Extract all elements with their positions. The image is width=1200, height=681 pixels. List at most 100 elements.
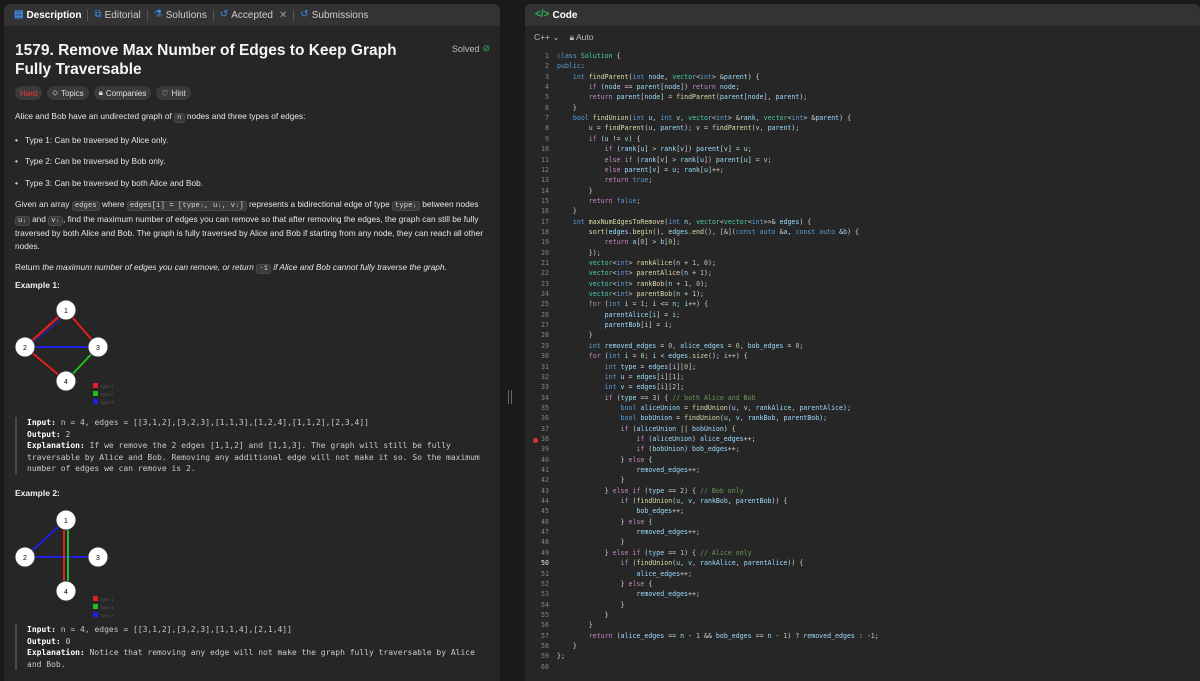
line-number: 31: [541, 362, 549, 371]
line-number: 15: [541, 196, 549, 205]
text: represents a bidirectional edge of type: [246, 199, 393, 209]
code-line: removed_edges++;: [636, 590, 700, 599]
panel-resize-handle[interactable]: [507, 390, 513, 404]
companies-button[interactable]: 🔒︎ Companies: [93, 86, 152, 100]
line-number: 30: [541, 352, 549, 361]
language-select[interactable]: C++ ⌄: [534, 32, 560, 43]
example-explanation: Explanation: Notice that removing any ed…: [27, 647, 493, 670]
line-number: 57: [541, 631, 549, 640]
label: Explanation:: [27, 648, 85, 657]
line-number: 20: [541, 248, 549, 257]
problem-title: 1579. Remove Max Number of Edges to Keep…: [15, 42, 397, 78]
topics-button[interactable]: ⬦ Topics: [47, 86, 89, 100]
example-input: Input: n = 4, edges = [[3,1,2],[3,2,3],[…: [27, 624, 493, 636]
code-line: if (node == parent[node]) return node;: [588, 83, 740, 92]
line-number: 13: [541, 176, 549, 185]
tab-editorial[interactable]: ⧉ Editorial: [90, 10, 144, 21]
code-line: }: [557, 331, 593, 340]
language-label: C++: [534, 31, 551, 42]
line-number: 10: [541, 145, 549, 154]
line-number: 32: [541, 372, 549, 381]
line-number: 14: [541, 186, 549, 195]
node-label: 3: [96, 555, 100, 562]
tab-description[interactable]: ▤ Description: [10, 10, 85, 21]
code-line: }: [557, 600, 625, 609]
line-number: 55: [541, 610, 549, 619]
inline-code: -1: [256, 264, 271, 274]
code-line: } else {: [557, 517, 653, 526]
example-output: Output: 0: [27, 636, 493, 648]
line-number: 56: [541, 621, 549, 630]
line-number: 3: [545, 72, 549, 81]
example-explanation: Explanation: If we remove the 2 edges [1…: [27, 440, 493, 475]
code-line: for (int i = 0; i < edges.size(); i++) {: [588, 352, 748, 361]
label: Explanation:: [27, 441, 85, 450]
line-number: 53: [541, 590, 549, 599]
value: 0: [60, 636, 71, 646]
inline-code: edges[i] = [typeᵢ, uᵢ, vᵢ]: [126, 201, 247, 211]
tab-solutions[interactable]: ⚗ Solutions: [150, 10, 211, 21]
description-paragraph: Alice and Bob have an undirected graph o…: [15, 110, 485, 125]
line-number: 7: [545, 114, 549, 123]
problem-tags: Hard ⬦ Topics 🔒︎ Companies ♡ Hint: [15, 86, 191, 100]
tag-icon: ⬦: [52, 88, 58, 97]
legend-swatch: [93, 604, 98, 609]
code-tabbar: </> Code: [525, 4, 1200, 26]
tab-accepted-label: Accepted: [231, 9, 273, 21]
legend-label: Type 3: [100, 613, 114, 618]
lightbulb-icon: ♡: [161, 88, 169, 98]
line-number: 35: [541, 403, 549, 412]
code-line: }: [557, 610, 609, 619]
close-icon[interactable]: ✕: [279, 10, 287, 21]
problem-description: Alice and Bob have an undirected graph o…: [15, 110, 485, 285]
code-editor[interactable]: 1 class Solution {2 public: 3 int findParen…: [525, 48, 1200, 681]
tab-code[interactable]: </> Code: [531, 10, 581, 21]
line-number: 44: [541, 497, 549, 506]
inline-code: edges: [71, 201, 100, 211]
hint-button[interactable]: ♡ Hint: [156, 86, 191, 100]
text: if Alice and Bob cannot fully traverse t…: [270, 262, 447, 272]
example-1-box: Input: n = 4, edges = [[3,1,2],[3,2,3],[…: [15, 417, 493, 475]
inline-code: n: [174, 113, 185, 123]
topics-label: Topics: [60, 88, 84, 98]
code-line: return false;: [588, 196, 641, 205]
inline-code: typeᵢ: [392, 201, 420, 211]
code-line: vector<int> rankAlice(n + 1, 0);: [588, 259, 716, 267]
code-line: int u = edges[i][1];: [604, 372, 685, 381]
tab-separator: [87, 9, 89, 21]
flask-icon: ⚗: [153, 9, 163, 20]
code-line: removed_edges++;: [636, 528, 700, 537]
code-line: sort(edges.begin(), edges.end(), [&](con…: [588, 227, 859, 236]
tab-separator: [146, 9, 148, 21]
tab-solutions-label: Solutions: [165, 9, 207, 21]
code-line: int findParent(int node, vector<int> &pa…: [572, 72, 760, 81]
line-number: 58: [541, 641, 549, 650]
lock-icon: 🔒︎: [569, 31, 575, 42]
text: between nodes: [419, 199, 479, 209]
code-line: bool bobUnion = findUnion(u, v, rankBob,…: [620, 414, 828, 423]
tab-description-label: Description: [26, 9, 82, 21]
line-number: 52: [541, 579, 549, 588]
legend-swatch: [93, 383, 98, 388]
line-number: 27: [541, 321, 549, 330]
legend-label: Type 3: [100, 400, 114, 405]
code-line: }: [557, 621, 593, 630]
line-number: 47: [541, 528, 549, 537]
handle-line: [511, 390, 512, 404]
left-tabbar: ▤ Description ⧉ Editorial ⚗ Solutions ↺ …: [4, 4, 500, 26]
code-line: u = findParent(u, parent); v = findParen…: [588, 124, 800, 133]
code-line: if (aliceUnion || bobUnion) {: [620, 424, 736, 433]
list-item: Type 2: Can be traversed by Bob only.: [15, 155, 485, 168]
legend-label: Type 2: [100, 605, 114, 610]
code-line: if (rank[u] > rank[v]) parent[v] = u;: [604, 145, 752, 154]
auto-mode[interactable]: 🔒︎ Auto: [570, 32, 594, 43]
legend-swatch: [93, 399, 98, 404]
line-number: 5: [545, 93, 549, 102]
code-line: bool findUnion(int u, int v, vector<int>…: [572, 114, 852, 123]
line-number: 24: [541, 290, 549, 299]
code-line: public:: [557, 62, 585, 71]
tab-accepted[interactable]: ↺ Accepted ✕: [216, 10, 291, 21]
code-line: removed_edges++;: [636, 466, 700, 474]
tab-submissions[interactable]: ↺ Submissions: [296, 10, 372, 21]
line-number: 40: [541, 455, 549, 464]
